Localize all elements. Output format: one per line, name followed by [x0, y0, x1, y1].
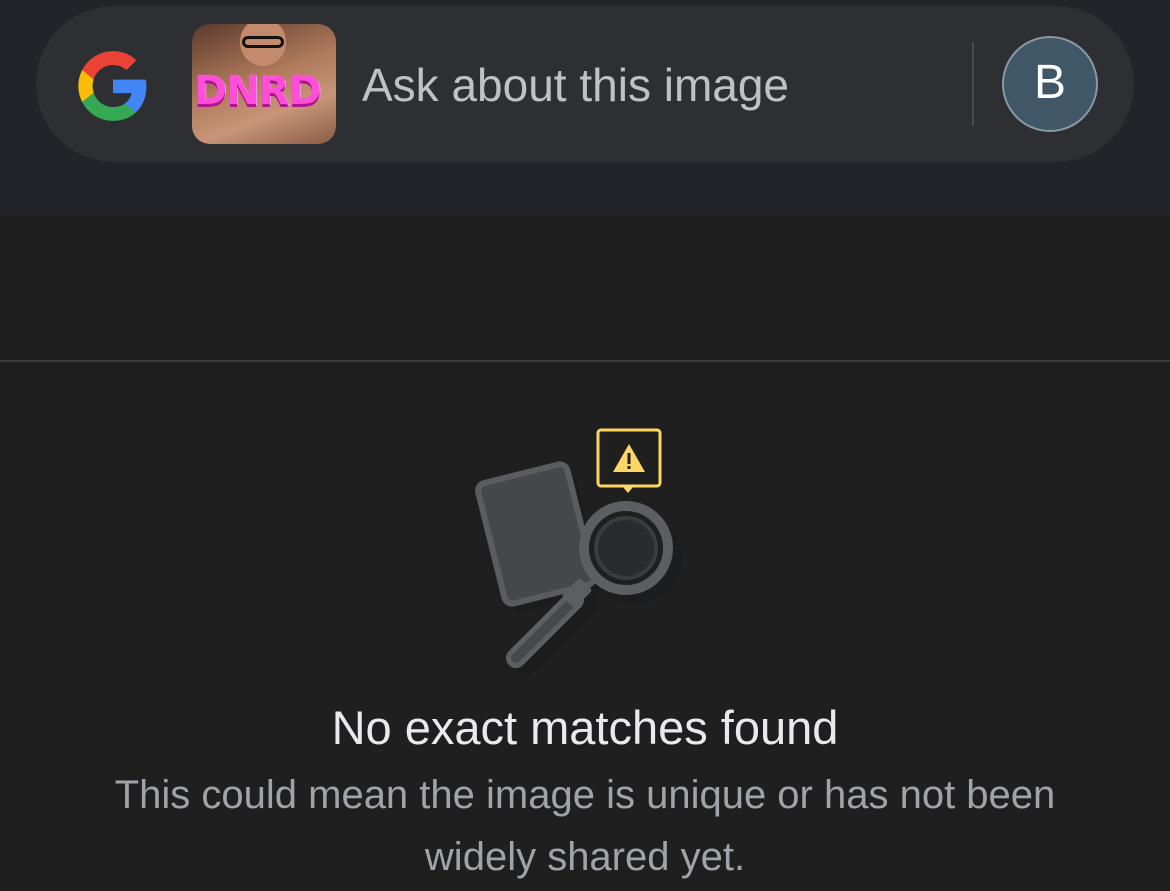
search-input-placeholder[interactable]: Ask about this image	[362, 56, 789, 114]
query-image-thumbnail[interactable]: DNRD	[192, 24, 336, 144]
account-avatar[interactable]: B	[1002, 36, 1098, 132]
thumbnail-overlay-text: DNRD	[194, 68, 322, 114]
google-logo-icon[interactable]	[74, 48, 152, 124]
search-bar-divider	[972, 42, 974, 126]
no-matches-message: This could mean the image is unique or h…	[114, 773, 1056, 879]
no-results-magnifier-icon	[475, 428, 682, 675]
section-divider	[0, 360, 1170, 362]
thumbnail-glasses	[242, 36, 284, 48]
no-matches-title: No exact matches found	[331, 701, 839, 754]
warning-icon	[596, 428, 662, 493]
